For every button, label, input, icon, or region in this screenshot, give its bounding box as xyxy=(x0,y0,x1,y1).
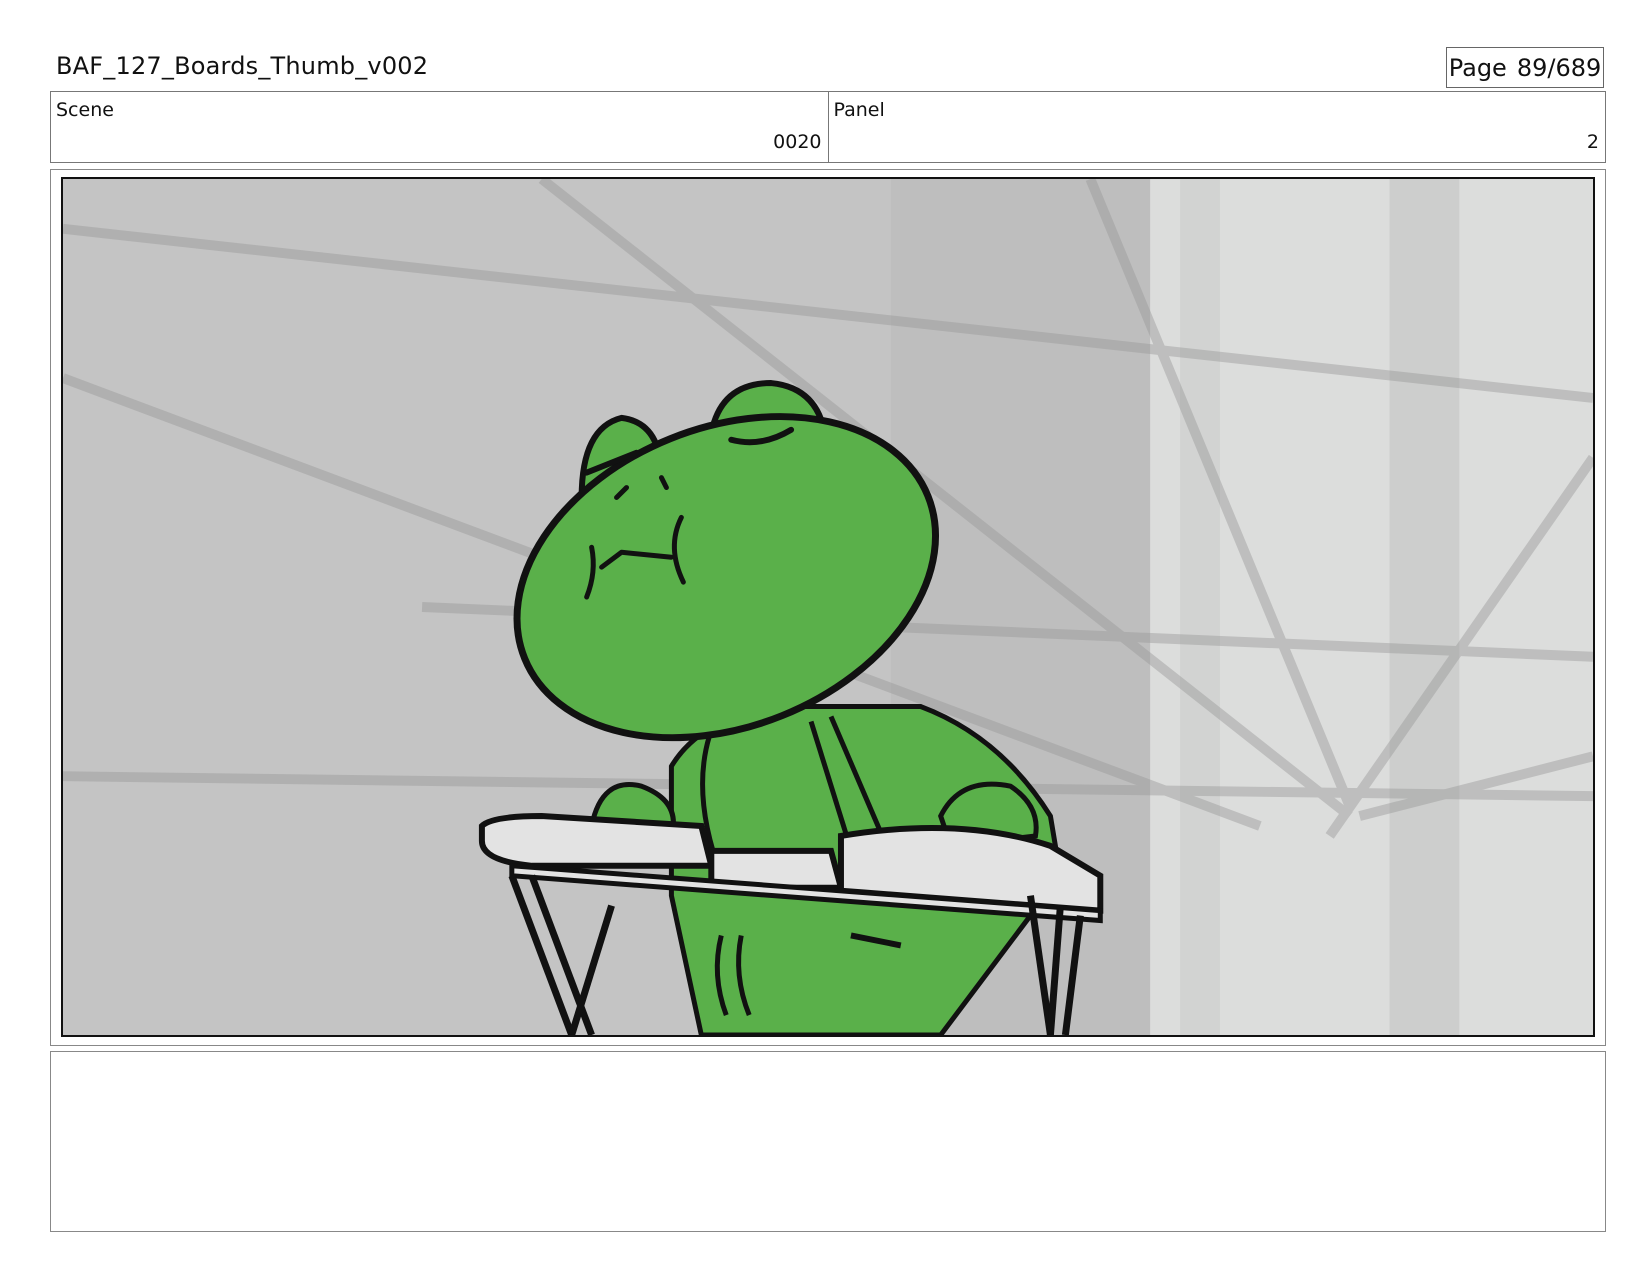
scene-cell: Scene 0020 xyxy=(51,92,828,162)
panel-number: 2 xyxy=(1586,131,1599,153)
panel-cell: Panel 2 xyxy=(827,92,1606,162)
storyboard-frame xyxy=(61,177,1595,1037)
document-title: BAF_127_Boards_Thumb_v002 xyxy=(56,52,429,80)
scene-label: Scene xyxy=(56,99,114,121)
frog-illustration xyxy=(63,179,1593,1035)
scene-panel-info: Scene 0020 Panel 2 xyxy=(50,91,1606,163)
notes-panel xyxy=(50,1051,1606,1232)
book-left-page xyxy=(478,813,716,869)
scene-number: 0020 xyxy=(773,131,822,153)
panel-label: Panel xyxy=(833,99,885,121)
page-indicator: Page 89/689 xyxy=(1446,47,1604,88)
page-number: 89/689 xyxy=(1516,53,1602,82)
page-label: Page xyxy=(1448,53,1507,82)
